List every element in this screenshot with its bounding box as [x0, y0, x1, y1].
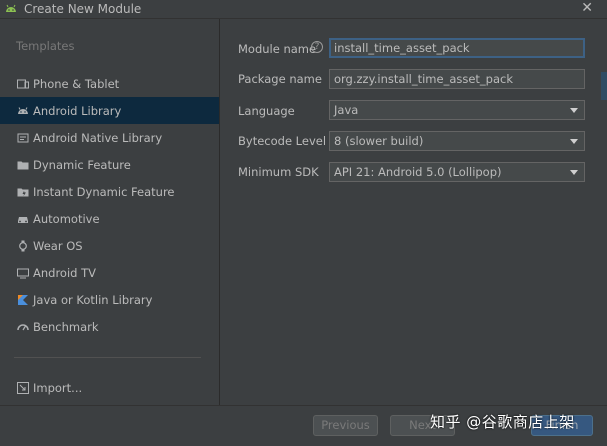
language-select[interactable]: Java: [329, 100, 585, 120]
language-label: Language: [238, 104, 295, 118]
template-label: Phone & Tablet: [33, 76, 120, 91]
chevron-down-icon: [570, 139, 578, 144]
template-wear-os[interactable]: Wear OS: [0, 232, 219, 259]
package-name-field[interactable]: org.zzy.install_time_asset_pack: [329, 69, 585, 89]
templates-heading: Templates: [16, 39, 75, 53]
close-icon[interactable]: ✕: [581, 0, 593, 16]
template-label: Android TV: [33, 265, 97, 280]
template-label: Android Native Library: [33, 130, 163, 145]
native-library-icon: [17, 132, 29, 144]
tv-icon: [17, 267, 29, 279]
bytecode-level-select[interactable]: 8 (slower build): [329, 131, 585, 151]
android-studio-icon: [4, 2, 18, 16]
template-android-native-library[interactable]: Android Native Library: [0, 124, 219, 151]
import-button[interactable]: Import...: [0, 376, 219, 400]
android-icon: [17, 105, 29, 117]
template-android-tv[interactable]: Android TV: [0, 259, 219, 286]
template-instant-dynamic-feature[interactable]: Instant Dynamic Feature: [0, 178, 219, 205]
template-label: Benchmark: [33, 319, 99, 334]
minimum-sdk-label: Minimum SDK: [238, 165, 319, 179]
title-bar: Create New Module ✕: [0, 0, 607, 19]
previous-button[interactable]: Previous: [313, 415, 378, 436]
template-benchmark[interactable]: Benchmark: [0, 313, 219, 340]
module-name-field[interactable]: install_time_asset_pack: [329, 38, 585, 58]
import-icon: [17, 382, 29, 394]
template-phone-tablet[interactable]: Phone & Tablet: [0, 70, 219, 97]
minimum-sdk-select[interactable]: API 21: Android 5.0 (Lollipop): [329, 162, 585, 182]
sidebar-divider: [14, 357, 201, 358]
template-android-library[interactable]: Android Library: [0, 97, 219, 124]
template-label: Automotive: [33, 211, 100, 226]
watch-icon: [17, 240, 29, 252]
help-icon[interactable]: ?: [311, 41, 323, 53]
bytecode-level-value: 8 (slower build): [334, 134, 424, 148]
watermark: 知乎 @谷歌商店上架: [430, 413, 575, 431]
template-label: Dynamic Feature: [33, 157, 131, 172]
folder-icon: [17, 159, 29, 171]
car-icon: [17, 213, 29, 225]
window-title: Create New Module: [24, 2, 142, 16]
templates-sidebar: Templates Phone & Tablet Android Library…: [0, 19, 220, 405]
chevron-down-icon: [570, 170, 578, 175]
template-dynamic-feature[interactable]: Dynamic Feature: [0, 151, 219, 178]
template-java-kotlin-library[interactable]: Java or Kotlin Library: [0, 286, 219, 313]
phone-tablet-icon: [17, 78, 29, 90]
kotlin-icon: [17, 294, 29, 306]
package-name-label: Package name: [238, 72, 322, 86]
template-label: Android Library: [33, 103, 122, 118]
instant-folder-icon: [17, 186, 29, 198]
template-label: Wear OS: [33, 238, 83, 253]
chevron-down-icon: [570, 108, 578, 113]
template-label: Instant Dynamic Feature: [33, 184, 175, 199]
template-automotive[interactable]: Automotive: [0, 205, 219, 232]
edge-strip: [601, 72, 607, 100]
import-label: Import...: [33, 381, 83, 395]
language-value: Java: [334, 103, 359, 117]
bytecode-level-label: Bytecode Level: [238, 134, 327, 148]
gauge-icon: [17, 321, 29, 333]
template-label: Java or Kotlin Library: [33, 292, 153, 307]
minimum-sdk-value: API 21: Android 5.0 (Lollipop): [334, 165, 502, 179]
module-name-label: Module name: [238, 42, 317, 56]
